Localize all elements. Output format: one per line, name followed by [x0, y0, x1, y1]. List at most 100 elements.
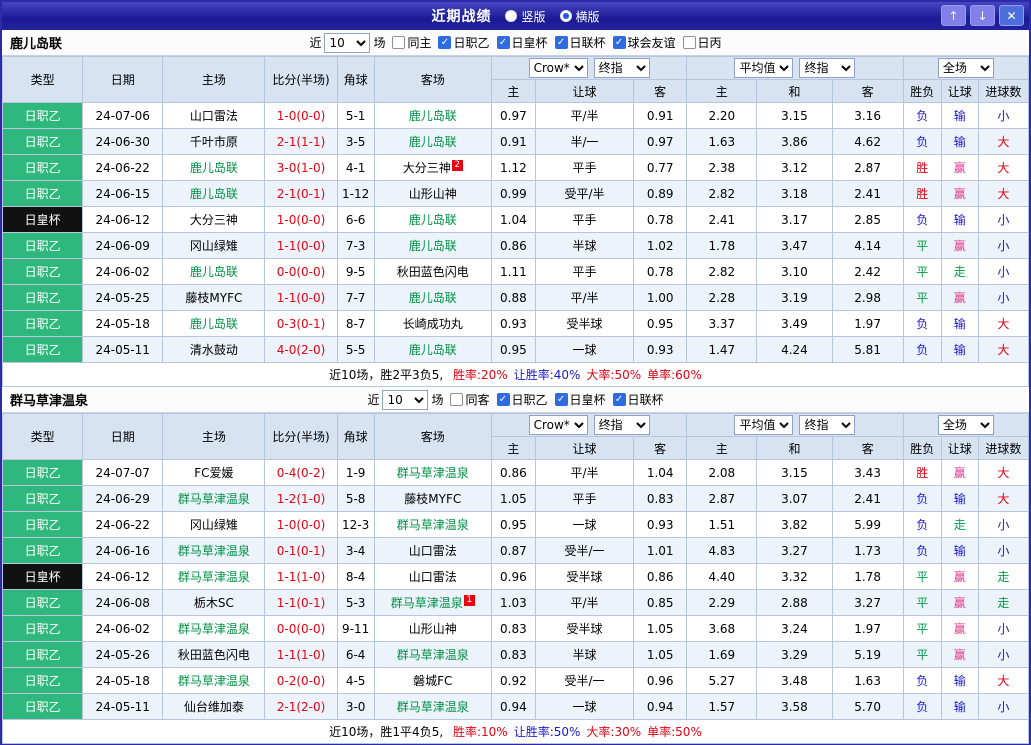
home-team-name[interactable]: 群马草津温泉: [178, 674, 250, 688]
filter-checkbox[interactable]: 日丙: [682, 34, 722, 51]
checkbox-checked-icon: [438, 36, 452, 49]
match-row[interactable]: 日职乙 24-06-02 群马草津温泉 0-0(0-0) 9-11 山形山神 0.83 受半球…: [1, 615, 1030, 642]
avg-home-cell: 2.87: [686, 485, 758, 512]
result-cell: 负: [902, 537, 942, 564]
match-row[interactable]: 日职乙 24-06-22 冈山绿雉 1-0(0-0) 12-3 群马草津温泉 0.95 一球 0…: [1, 511, 1030, 538]
sub-col-header: 客: [633, 79, 688, 103]
home-team-name[interactable]: 仙台维加泰: [184, 700, 244, 714]
date-cell: 24-06-02: [82, 615, 164, 642]
away-team-name[interactable]: 鹿儿岛联: [409, 239, 457, 253]
avg-select-2[interactable]: 终指: [799, 415, 856, 435]
filter-checkbox[interactable]: 日皇杯: [496, 34, 548, 51]
filter-checkbox[interactable]: 日皇杯: [554, 391, 606, 408]
avg-select-1[interactable]: 平均值: [734, 415, 794, 435]
home-team-name[interactable]: FC爱媛: [194, 466, 233, 480]
match-row[interactable]: 日职乙 24-06-02 鹿儿岛联 0-0(0-0) 9-5 秋田蓝色闪电 1.11 平手 0.…: [1, 258, 1030, 285]
handicap-result-cell: 输: [940, 537, 979, 564]
corners-cell: 3-0: [336, 693, 375, 720]
away-team-name[interactable]: 群马草津温泉: [397, 648, 469, 662]
away-team-cell: 群马草津温泉 1: [373, 589, 492, 616]
match-row[interactable]: 日皇杯 24-06-12 群马草津温泉 1-1(1-0) 8-4 山口雷法 0.96 受半球 0…: [1, 563, 1030, 590]
home-team-name[interactable]: 群马草津温泉: [178, 570, 250, 584]
layout-radio-horizontal[interactable]: 横版: [559, 8, 600, 25]
away-team-cell: 鹿儿岛联: [373, 284, 492, 311]
away-team-name[interactable]: 鹿儿岛联: [409, 343, 457, 357]
away-team-name[interactable]: 磐城FC: [413, 674, 452, 688]
home-team-name[interactable]: 群马草津温泉: [178, 492, 250, 506]
match-row[interactable]: 日职乙 24-05-26 秋田蓝色闪电 1-1(1-0) 6-4 群马草津温泉 0.83 半球…: [1, 641, 1030, 668]
odds-select-1[interactable]: Crow*: [528, 415, 588, 435]
match-row[interactable]: 日职乙 24-06-08 栃木SC 1-1(0-1) 5-3 群马草津温泉 1 1.03 平/半…: [1, 589, 1030, 616]
match-row[interactable]: 日职乙 24-06-15 鹿儿岛联 2-1(0-1) 1-12 山形山神 0.99 受平/半 0…: [1, 180, 1030, 207]
scroll-down-button[interactable]: ↓: [970, 5, 995, 26]
away-team-name[interactable]: 鹿儿岛联: [409, 109, 457, 123]
home-team-name[interactable]: 鹿儿岛联: [190, 317, 238, 331]
home-team-name[interactable]: 大分三神: [190, 213, 238, 227]
home-team-name[interactable]: 鹿儿岛联: [190, 265, 238, 279]
close-icon[interactable]: ✕: [999, 5, 1024, 26]
match-row[interactable]: 日职乙 24-06-30 千叶市原 2-1(1-1) 3-5 鹿儿岛联 0.91 半/一 0.9…: [1, 128, 1030, 155]
scroll-up-button[interactable]: ↑: [941, 5, 966, 26]
filter-checkbox[interactable]: 日联杯: [612, 391, 664, 408]
match-row[interactable]: 日职乙 24-06-09 冈山绿雉 1-1(0-0) 7-3 鹿儿岛联 0.86 半球 1.02…: [1, 232, 1030, 259]
away-team-name[interactable]: 山口雷法: [409, 570, 457, 584]
match-count-select[interactable]: 10: [324, 32, 371, 53]
match-count-select[interactable]: 10: [382, 389, 429, 410]
avg-select-2[interactable]: 终指: [799, 58, 856, 78]
home-team-name[interactable]: 千叶市原: [190, 135, 238, 149]
away-team-name[interactable]: 群马草津温泉: [391, 596, 463, 610]
result-cell: 平: [902, 589, 942, 616]
match-row[interactable]: 日职乙 24-06-22 鹿儿岛联 3-0(1-0) 4-1 大分三神 2 1.12 平手 0.7…: [1, 154, 1030, 181]
fulltime-select-1[interactable]: 全场: [937, 58, 994, 78]
match-row[interactable]: 日职乙 24-07-06 山口雷法 1-0(0-0) 5-1 鹿儿岛联 0.97 平/半 0.9…: [1, 102, 1030, 129]
home-team-name[interactable]: 清水鼓动: [190, 343, 238, 357]
away-team-name[interactable]: 群马草津温泉: [397, 700, 469, 714]
match-row[interactable]: 日职乙 24-06-16 群马草津温泉 0-1(0-1) 3-4 山口雷法 0.87 受半/一…: [1, 537, 1030, 564]
home-team-name[interactable]: 鹿儿岛联: [190, 161, 238, 175]
match-row[interactable]: 日皇杯 24-06-12 大分三神 1-0(0-0) 6-6 鹿儿岛联 1.04 平手 0.78…: [1, 206, 1030, 233]
match-row[interactable]: 日职乙 24-06-29 群马草津温泉 1-2(1-0) 5-8 藤枝MYFC 1.05 平手…: [1, 485, 1030, 512]
odds-select-2[interactable]: 终指: [593, 58, 650, 78]
home-team-name[interactable]: 栃木SC: [194, 596, 234, 610]
odds-select-1[interactable]: Crow*: [528, 58, 588, 78]
home-team-name[interactable]: 冈山绿雉: [190, 518, 238, 532]
match-row[interactable]: 日职乙 24-05-11 仙台维加泰 2-1(2-0) 3-0 群马草津温泉 0.94 一球 0…: [1, 693, 1030, 720]
home-team-name[interactable]: 藤枝MYFC: [185, 291, 242, 305]
home-team-name[interactable]: 山口雷法: [190, 109, 238, 123]
home-team-name[interactable]: 群马草津温泉: [178, 544, 250, 558]
away-team-name[interactable]: 群马草津温泉: [397, 466, 469, 480]
avg-select-1[interactable]: 平均值: [734, 58, 794, 78]
away-team-name[interactable]: 鹿儿岛联: [409, 291, 457, 305]
home-team-name[interactable]: 冈山绿雉: [190, 239, 238, 253]
away-team-name[interactable]: 山形山神: [409, 622, 457, 636]
home-team-name[interactable]: 群马草津温泉: [178, 622, 250, 636]
away-team-name[interactable]: 长崎成功丸: [403, 317, 463, 331]
away-team-name[interactable]: 藤枝MYFC: [404, 492, 461, 506]
date-cell: 24-05-26: [82, 641, 164, 668]
match-row[interactable]: 日职乙 24-07-07 FC爱媛 0-4(0-2) 1-9 群马草津温泉 0.86 平/半 1…: [1, 459, 1030, 486]
odds-away-cell: 0.93: [633, 336, 688, 363]
odds-select-2[interactable]: 终指: [593, 415, 650, 435]
filter-checkbox[interactable]: 同主: [392, 34, 431, 51]
filter-checkbox[interactable]: 日职乙: [496, 391, 548, 408]
home-team-name[interactable]: 秋田蓝色闪电: [178, 648, 250, 662]
away-team-name[interactable]: 鹿儿岛联: [409, 213, 457, 227]
filter-checkbox[interactable]: 日联杯: [554, 34, 606, 51]
filter-checkbox[interactable]: 日职乙: [438, 34, 490, 51]
match-row[interactable]: 日职乙 24-05-25 藤枝MYFC 1-1(0-0) 7-7 鹿儿岛联 0.88 平/半 1…: [1, 284, 1030, 311]
filter-checkbox[interactable]: 同客: [450, 391, 490, 408]
filter-checkbox[interactable]: 球会友谊: [612, 34, 676, 51]
away-team-name[interactable]: 大分三神: [403, 161, 451, 175]
away-team-name[interactable]: 山形山神: [409, 187, 457, 201]
match-row[interactable]: 日职乙 24-05-18 鹿儿岛联 0-3(0-1) 8-7 长崎成功丸 0.93 受半球 0.…: [1, 310, 1030, 337]
away-team-name[interactable]: 鹿儿岛联: [409, 135, 457, 149]
home-team-name[interactable]: 鹿儿岛联: [190, 187, 238, 201]
layout-radio-vertical[interactable]: 竖版: [505, 8, 546, 25]
match-row[interactable]: 日职乙 24-05-18 群马草津温泉 0-2(0-0) 4-5 磐城FC 0.92 受半/一…: [1, 667, 1030, 694]
fulltime-select-1[interactable]: 全场: [937, 415, 994, 435]
away-team-name[interactable]: 群马草津温泉: [397, 518, 469, 532]
away-team-name[interactable]: 山口雷法: [409, 544, 457, 558]
match-row[interactable]: 日职乙 24-05-11 清水鼓动 4-0(2-0) 5-5 鹿儿岛联 0.95 一球 0.93…: [1, 336, 1030, 363]
avg-draw-cell: 3.58: [756, 693, 833, 720]
away-team-name[interactable]: 秋田蓝色闪电: [397, 265, 469, 279]
